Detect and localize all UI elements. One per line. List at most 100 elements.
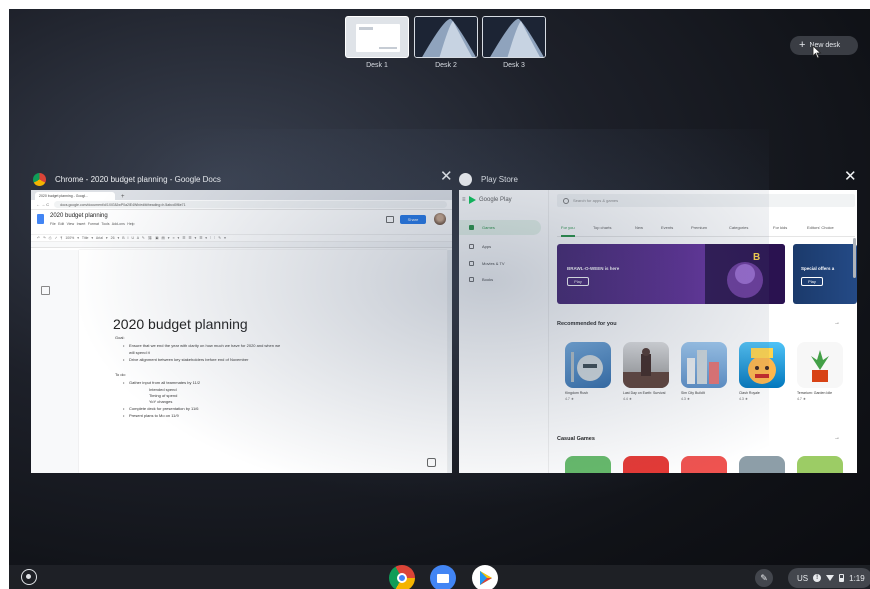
chrome-icon[interactable] [389,565,415,589]
promo-banner-2[interactable]: Special offers a Play [793,244,857,304]
todo-sub-bullet: Intended spend [149,387,177,392]
status-tray[interactable]: US ! 1:19 [788,568,870,588]
sidebar-item-label: Apps [482,244,492,249]
app-rating: 4.7 ★ [797,397,806,401]
todo-bullet: Complete deck for presentation by 11/6 [123,406,198,411]
tab-events[interactable]: Events [661,225,673,230]
browser-tab[interactable]: 2020 budget planning - Googl... [35,192,115,200]
wallpaper-preview [415,17,477,57]
play-search-input[interactable]: Search for apps & games [557,194,855,207]
tab-categories[interactable]: Categories [729,225,748,230]
banner-play-button[interactable]: Play [801,277,823,286]
chrome-window[interactable]: 2020 budget planning - Googl... + ← → C … [31,190,452,473]
sidebar-item-apps[interactable]: Apps [459,239,541,254]
play-window-header[interactable]: Play Store [459,171,518,187]
omnibox-row: ← → C docs.google.com/document/d/1XlG8Jw… [31,200,452,210]
docs-toolbar[interactable]: ↶ ↷ ⎙ ✓ ¶ 100% ▾ Title ▾ Arial ▾ 26 ▾ B … [31,234,452,242]
desk-1-thumbnail[interactable] [345,16,409,58]
menu-icon[interactable]: ≡ [462,197,466,203]
tab-for-kids[interactable]: For kids [773,225,787,230]
scrollbar[interactable] [853,238,856,278]
new-desk-button[interactable]: + New desk [790,36,858,55]
sidebar-item-games[interactable]: Games [459,220,541,235]
app-rating: 4.3 ★ [739,397,748,401]
avatar[interactable] [434,213,446,225]
last-day-on-earth-art [623,348,669,388]
app-icon[interactable] [565,342,611,388]
app-rating: 4.3 ★ [681,397,690,401]
desk-2-thumbnail[interactable] [414,16,478,58]
google-play-wordmark: Google Play [479,197,512,203]
plus-icon: + [799,39,806,51]
share-button[interactable]: Share [400,215,426,224]
app-icon[interactable] [739,342,785,388]
play-tab-bar: For you Top charts New Events Premium Ca… [557,223,855,237]
app-icon[interactable] [565,456,611,473]
section-title: Casual Games [557,436,595,442]
close-chrome-window-icon[interactable]: ✕ [440,169,453,184]
sidebar-item-movies[interactable]: Movies & TV [459,256,541,271]
app-icon[interactable] [623,456,669,473]
close-play-window-icon[interactable]: ✕ [844,169,857,184]
play-store-window[interactable]: ≡ Google Play Games Apps Movies & TV Boo… [459,190,857,473]
tab-for-you[interactable]: For you [561,225,575,237]
app-icon[interactable] [797,456,843,473]
tab-editors-choice[interactable]: Editors' Choice [807,225,834,230]
banner-text: BRAWL-O-WEEN is here [567,266,620,271]
window-title: Chrome - 2020 budget planning - Google D… [55,174,221,184]
desk-label: Desk 2 [435,62,457,69]
desk-2[interactable]: Desk 2 [414,16,478,69]
tab-premium[interactable]: Premium [691,225,707,230]
tab-top-charts[interactable]: Top charts [593,225,611,230]
google-play-logo: Google Play [469,196,512,204]
explore-icon[interactable] [427,458,436,467]
outline-icon[interactable] [41,286,50,295]
section-title: Recommended for you [557,321,617,327]
chrome-window-header[interactable]: Chrome - 2020 budget planning - Google D… [33,171,221,187]
address-bar[interactable]: docs.google.com/document/d/1XlG8JwP0a2lE… [54,201,447,208]
app-icon[interactable] [681,456,727,473]
launcher-button[interactable] [21,569,37,585]
goal-bullet: Drive alignment between key stakeholders… [123,357,248,362]
goal-continuation: will spend it [129,350,150,355]
scrollbar[interactable] [448,250,452,473]
play-sidebar: ≡ Google Play Games Apps Movies & TV Boo… [459,190,549,473]
promo-banner[interactable]: B BRAWL-O-WEEN is here Play [557,244,785,304]
overview-screen: Desk 1 Desk 2 Desk 3 + New desk Chrome -… [9,9,870,589]
arrow-right-icon[interactable]: → [834,435,840,441]
app-icon[interactable] [797,342,843,388]
sidebar-item-books[interactable]: Books [459,272,541,287]
app-icon[interactable] [739,456,785,473]
doc-heading: 2020 budget planning [113,316,248,332]
book-icon [469,277,474,282]
banner-play-button[interactable]: Play [567,277,589,286]
chrome-icon [33,172,46,186]
doc-page[interactable]: 2020 budget planning Goal: Ensure that w… [79,250,447,473]
app-icon[interactable] [623,342,669,388]
apps-grid-icon [469,244,474,249]
arrow-right-icon[interactable]: → [834,320,840,326]
desk-3[interactable]: Desk 3 [482,16,546,69]
app-icon[interactable] [681,342,727,388]
docs-header: 2020 budget planning File Edit View Inse… [31,210,452,234]
app-name: Sim City BuildIt [681,391,705,395]
docs-menu-bar[interactable]: File Edit View Insert Format Tools Add-o… [50,222,135,226]
doc-name[interactable]: 2020 budget planning [50,213,135,219]
todo-sub-bullet: Timing of spend [149,393,178,398]
files-icon[interactable] [430,565,456,589]
gamepad-icon [469,225,474,230]
todo-sub-bullet: YoY changes [149,399,173,404]
docs-logo-icon[interactable] [37,214,44,224]
chrome-tab-strip: 2020 budget planning - Googl... + [31,190,452,200]
stylus-tools-icon[interactable]: ✎ [755,569,773,587]
input-method: US [797,573,809,583]
sidebar-item-label: Books [482,277,494,282]
desk-3-thumbnail[interactable] [482,16,546,58]
comment-icon[interactable] [386,216,394,223]
wifi-icon [826,575,835,581]
play-store-icon[interactable] [472,565,498,589]
tab-new[interactable]: New [635,225,643,230]
desk-1[interactable]: Desk 1 [345,16,409,69]
back-forward-reload-icons[interactable]: ← → C [36,202,49,207]
new-tab-icon[interactable]: + [121,194,125,200]
